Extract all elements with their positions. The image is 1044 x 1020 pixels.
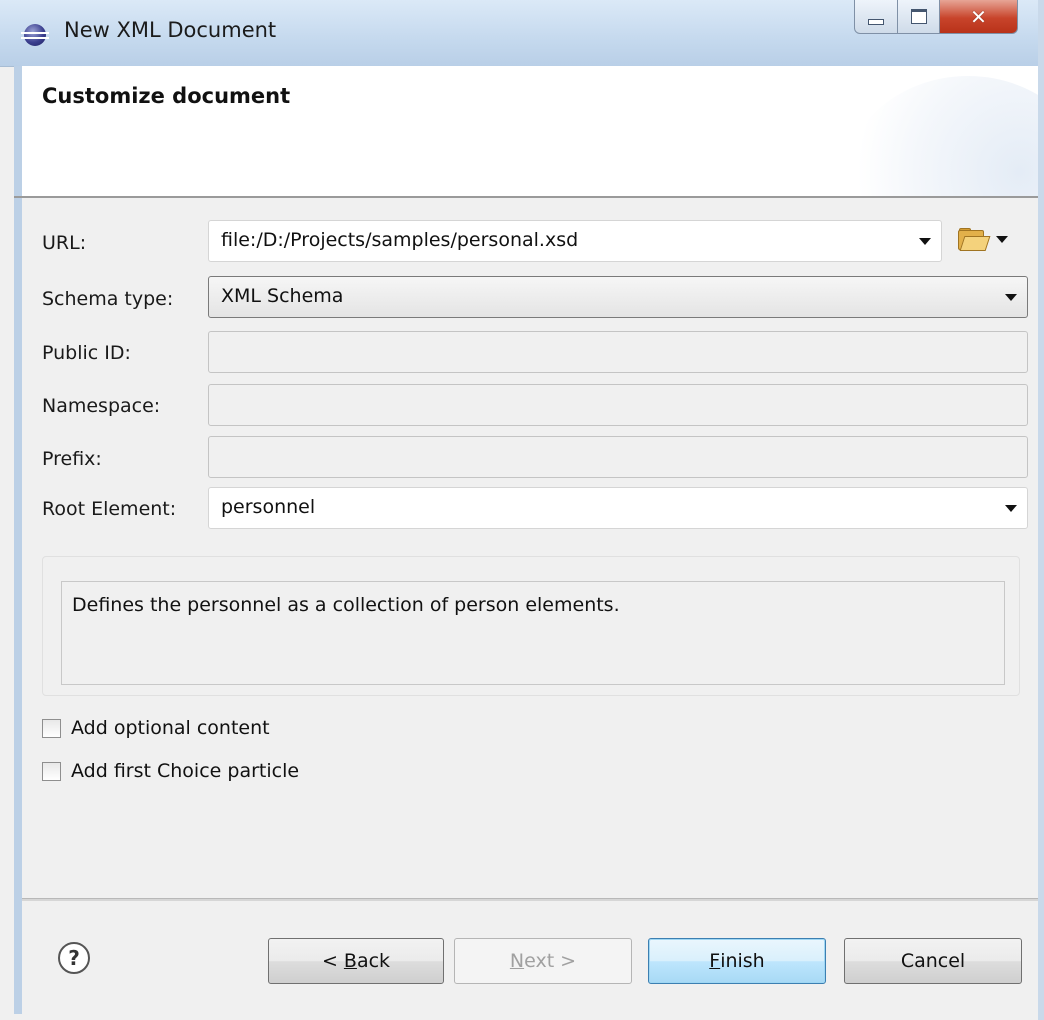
add-first-choice-label: Add first Choice particle [71,760,300,782]
new-xml-document-dialog: New XML Document ✕ Customize document UR… [0,0,1044,1020]
next-button-rest: ext > [524,950,577,972]
root-element-label: Root Element: [42,498,177,520]
title-bar: New XML Document ✕ [0,0,1038,67]
help-icon[interactable]: ? [58,942,90,974]
banner-decoration [838,76,1038,196]
finish-button[interactable]: Finish [648,938,826,984]
add-optional-content-label: Add optional content [71,717,270,739]
description-box: Defines the personnel as a collection of… [61,581,1005,685]
add-first-choice-option[interactable]: Add first Choice particle [42,757,299,785]
public-id-field[interactable] [208,331,1028,373]
schema-type-select[interactable]: XML Schema [208,276,1028,318]
window-controls: ✕ [854,0,1018,36]
minimize-icon [868,18,884,25]
add-optional-content-option[interactable]: Add optional content [42,714,270,742]
chevron-down-icon[interactable] [996,235,1008,243]
schema-type-label: Schema type: [42,288,174,310]
description-text: Defines the personnel as a collection of… [72,594,620,616]
description-group: Defines the personnel as a collection of… [42,556,1020,696]
back-button-mnemonic: B [343,950,357,972]
url-label: URL: [42,232,87,254]
public-id-label: Public ID: [42,342,131,364]
finish-button-rest: inish [720,950,765,972]
prefix-label: Prefix: [42,448,102,470]
root-element-value: personnel [221,496,316,518]
finish-button-mnemonic: F [709,950,721,972]
form-area: URL: file:/D:/Projects/samples/personal.… [14,198,1038,1014]
back-button[interactable]: < Back [268,938,444,984]
footer-divider [22,898,1038,901]
close-button[interactable]: ✕ [940,0,1018,34]
schema-type-value: XML Schema [221,285,344,307]
chevron-down-icon[interactable] [919,238,931,245]
url-value: file:/D:/Projects/samples/personal.xsd [221,229,579,251]
namespace-field[interactable] [208,384,1028,426]
next-button[interactable]: Next > [454,938,632,984]
minimize-button[interactable] [854,0,898,34]
root-element-combo[interactable]: personnel [208,487,1028,529]
eclipse-icon [21,24,49,46]
browse-button[interactable] [958,224,1014,254]
namespace-label: Namespace: [42,395,161,417]
window-title: New XML Document [64,18,277,42]
header-banner: Customize document [14,66,1038,196]
chevron-down-icon[interactable] [1005,505,1017,512]
maximize-button[interactable] [898,0,940,34]
next-button-mnemonic: N [509,950,525,972]
add-optional-content-checkbox[interactable] [42,718,61,738]
url-combo[interactable]: file:/D:/Projects/samples/personal.xsd [208,220,942,262]
back-button-prefix: < [321,950,344,972]
back-button-rest: ack [356,950,391,972]
cancel-button[interactable]: Cancel [844,938,1022,984]
page-title: Customize document [42,84,291,108]
maximize-icon [910,9,927,24]
folder-open-icon [958,228,991,251]
add-first-choice-checkbox[interactable] [42,761,61,781]
prefix-field[interactable] [208,436,1028,478]
close-icon: ✕ [970,4,987,29]
chevron-down-icon[interactable] [1005,294,1017,301]
